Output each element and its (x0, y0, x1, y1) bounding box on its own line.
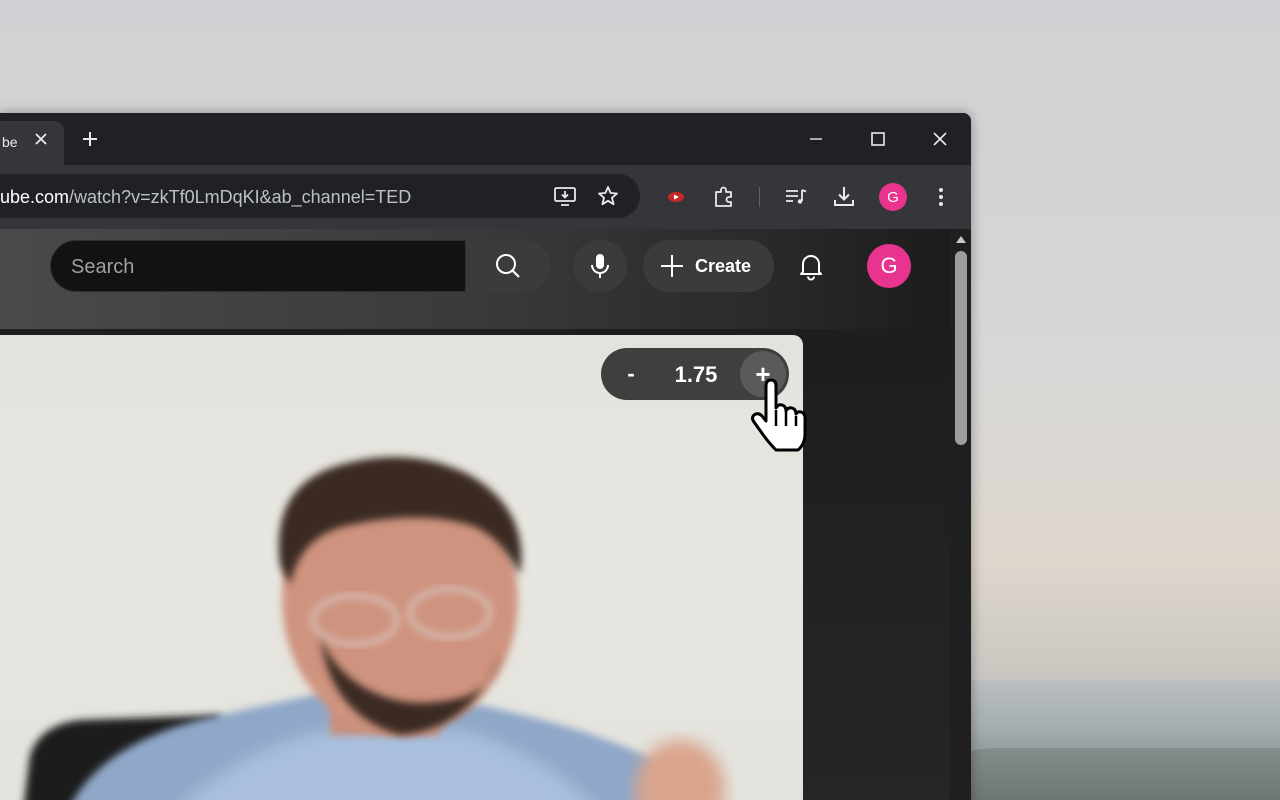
create-label: Create (695, 255, 752, 276)
mic-icon (591, 254, 609, 278)
desktop-hill (960, 748, 1280, 800)
account-avatar[interactable]: G (867, 244, 911, 288)
search-button[interactable] (466, 240, 550, 292)
speed-decrease-button[interactable]: - (616, 358, 646, 390)
video-frame (24, 457, 725, 800)
search-box[interactable] (50, 240, 466, 292)
youtube-page: Create G (0, 229, 950, 800)
plus-icon (661, 255, 683, 277)
search-icon (496, 254, 520, 278)
bell-icon[interactable] (796, 251, 826, 281)
create-button[interactable]: Create (643, 240, 774, 292)
page-viewport: Create G (0, 113, 971, 800)
scroll-up-icon[interactable] (955, 234, 967, 244)
speed-value: 1.75 (674, 362, 718, 387)
video-player[interactable]: - 1.75 + (0, 335, 803, 800)
search-input[interactable] (71, 255, 451, 279)
hand-cursor-icon (751, 378, 807, 452)
scrollbar-thumb[interactable] (955, 251, 967, 445)
voice-search-button[interactable] (573, 240, 627, 292)
